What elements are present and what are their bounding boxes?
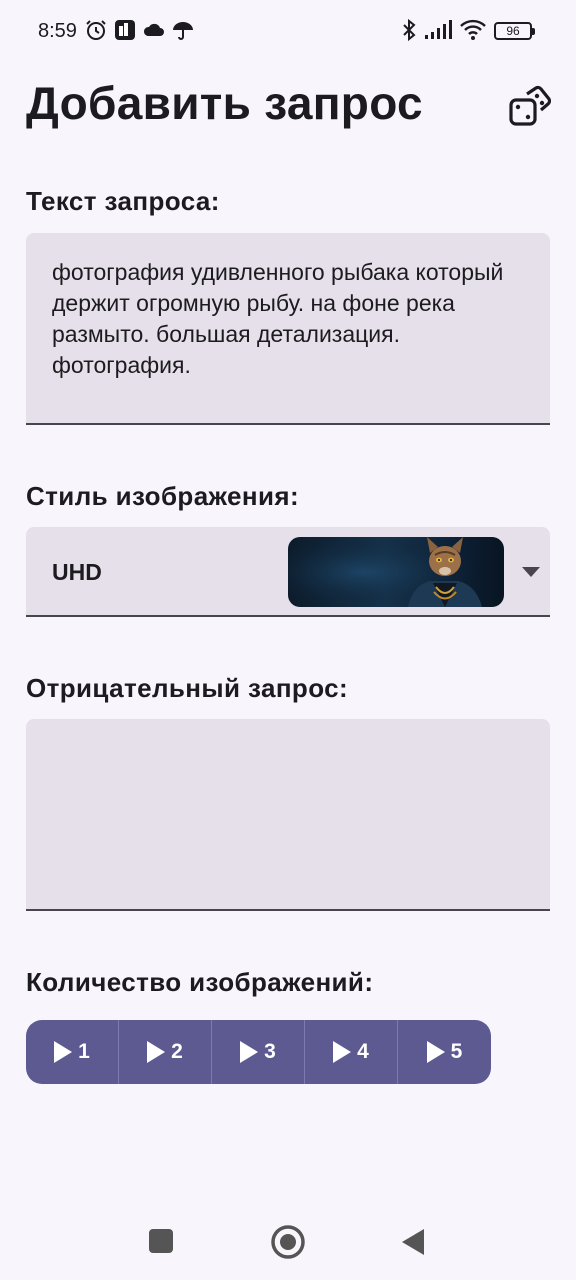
- style-dropdown[interactable]: UHD: [26, 527, 550, 617]
- count-button-label: 4: [357, 1040, 369, 1063]
- cloud-icon: [143, 23, 164, 36]
- play-icon: [333, 1041, 352, 1063]
- signal-icon: [425, 20, 452, 39]
- umbrella-icon: [173, 22, 193, 40]
- count-segmented-buttons: 1 2 3 4 5: [26, 1020, 491, 1084]
- bluetooth-icon: [403, 18, 416, 42]
- play-icon: [147, 1041, 166, 1063]
- count-button-label: 5: [450, 1040, 463, 1063]
- play-icon: [240, 1041, 259, 1063]
- style-label: Стиль изображения:: [26, 481, 300, 511]
- count-button-4[interactable]: 4: [305, 1020, 398, 1084]
- count-button-2[interactable]: 2: [119, 1020, 212, 1084]
- dropdown-arrow-icon[interactable]: [522, 567, 540, 577]
- negative-prompt-input[interactable]: [26, 719, 550, 911]
- recents-square-icon[interactable]: [148, 1228, 174, 1254]
- negative-label: Отрицательный запрос:: [26, 673, 349, 703]
- alarm-icon: [86, 20, 106, 40]
- prompt-label: Текст запроса:: [26, 186, 220, 216]
- dice-icon[interactable]: [508, 84, 554, 130]
- prompt-input[interactable]: фотография удивленного рыбака который де…: [26, 233, 550, 425]
- play-icon: [54, 1041, 73, 1063]
- cat-preview-image: [288, 537, 504, 607]
- prompt-text: фотография удивленного рыбака который де…: [52, 259, 504, 378]
- play-icon: [426, 1041, 445, 1063]
- count-button-3[interactable]: 3: [212, 1020, 305, 1084]
- style-preview-image: [288, 537, 504, 607]
- style-selected-value: UHD: [52, 559, 102, 585]
- status-bar: 8:59 96: [0, 0, 576, 64]
- count-button-label: 1: [78, 1040, 90, 1063]
- status-time: 8:59: [38, 20, 77, 42]
- count-button-label: 2: [171, 1040, 183, 1063]
- wifi-icon: [460, 19, 486, 40]
- count-label: Количество изображений:: [26, 967, 374, 997]
- back-triangle-icon[interactable]: [400, 1228, 426, 1256]
- app-notification-icon: [115, 20, 135, 40]
- battery-icon: 96: [494, 22, 535, 40]
- count-button-1[interactable]: 1: [26, 1020, 119, 1084]
- page-title: Добавить запрос: [26, 77, 423, 129]
- system-navigation-bar: [0, 1206, 576, 1280]
- home-circle-icon[interactable]: [270, 1224, 306, 1260]
- count-button-5[interactable]: 5: [398, 1020, 491, 1084]
- count-button-label: 3: [264, 1040, 276, 1063]
